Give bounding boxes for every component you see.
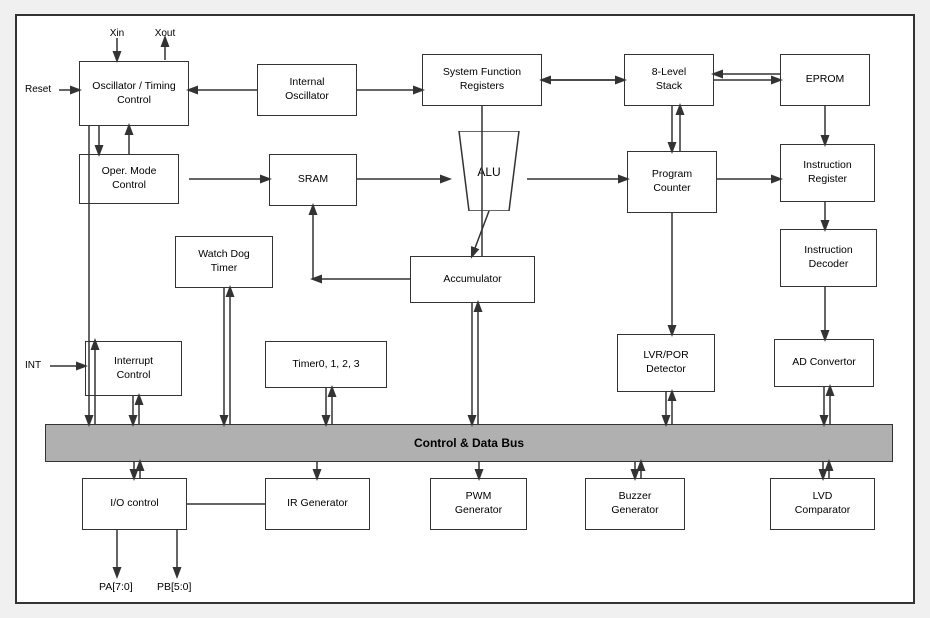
lvr-por-block: LVR/PORDetector — [617, 334, 715, 392]
eprom-block: EPROM — [780, 54, 870, 106]
internal-oscillator-block: InternalOscillator — [257, 64, 357, 116]
svg-text:Reset: Reset — [25, 84, 51, 95]
timer-block: Timer0, 1, 2, 3 — [265, 341, 387, 388]
svg-text:Xout: Xout — [155, 28, 176, 39]
ir-generator-block: IR Generator — [265, 478, 370, 530]
watchdog-block: Watch DogTimer — [175, 236, 273, 288]
ad-convertor-block: AD Convertor — [774, 339, 874, 387]
lvd-comparator-block: LVDComparator — [770, 478, 875, 530]
instr-decoder-block: InstructionDecoder — [780, 229, 877, 287]
oper-mode-block: Oper. ModeControl — [79, 154, 179, 204]
alu-block: ALU — [449, 131, 529, 211]
svg-text:Xin: Xin — [110, 28, 124, 39]
bus-bar: Control & Data Bus — [45, 424, 893, 462]
svg-text:INT: INT — [25, 360, 41, 371]
sys-func-reg-block: System FunctionRegisters — [422, 54, 542, 106]
oscillator-block: Oscillator / Timing Control — [79, 61, 189, 126]
stack-block: 8-LevelStack — [624, 54, 714, 106]
sram-block: SRAM — [269, 154, 357, 206]
interrupt-ctrl-block: InterruptControl — [85, 341, 182, 396]
buzzer-generator-block: BuzzerGenerator — [585, 478, 685, 530]
pa-label: PA[7:0] — [99, 581, 133, 593]
pwm-generator-block: PWMGenerator — [430, 478, 527, 530]
pb-label: PB[5:0] — [157, 581, 191, 593]
instr-register-block: InstructionRegister — [780, 144, 875, 202]
diagram-container: Oscillator / Timing Control InternalOsci… — [15, 14, 915, 604]
io-control-block: I/O control — [82, 478, 187, 530]
program-counter-block: ProgramCounter — [627, 151, 717, 213]
accumulator-block: Accumulator — [410, 256, 535, 303]
svg-text:ALU: ALU — [477, 165, 500, 179]
